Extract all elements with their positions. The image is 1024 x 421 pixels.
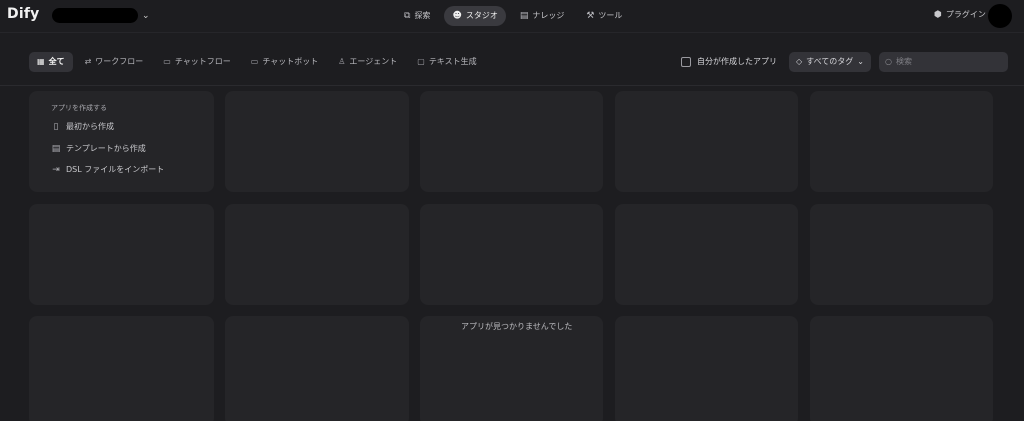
nav-label: 探索 (414, 11, 431, 20)
tab-agent[interactable]: ♙ エージェント (330, 52, 405, 72)
app-type-tabs: ▦ 全て ⇄ ワークフロー ▭ チャットフロー ▭ チャットボット ♙ エージェ… (29, 51, 485, 72)
workflow-icon: ⇄ (84, 57, 92, 66)
create-app-title: アプリを作成する (51, 104, 107, 112)
search-input[interactable] (895, 57, 996, 66)
app-card-placeholder (420, 204, 603, 305)
plugin-icon: ⬢ (934, 9, 942, 20)
app-card-placeholder (225, 204, 409, 305)
tab-workflow[interactable]: ⇄ ワークフロー (77, 52, 152, 72)
workspace-name-redacted (52, 8, 138, 23)
tools-icon: ⚒ (586, 10, 595, 21)
app-card-placeholder (29, 204, 214, 305)
tab-label: テキスト生成 (428, 57, 477, 66)
empty-state-message: アプリが見つかりませんでした (461, 322, 573, 331)
knowledge-icon: ▤ (519, 10, 529, 21)
tab-label: エージェント (349, 57, 398, 66)
app-card-placeholder (810, 204, 993, 305)
create-item-label: 最初から作成 (66, 122, 114, 131)
app-card-placeholder (810, 91, 993, 192)
plugin-button[interactable]: ⬢ プラグイン (934, 9, 986, 20)
search-box[interactable]: ○ (878, 51, 1008, 72)
app-card-placeholder (615, 91, 798, 192)
workspace-selector[interactable]: ⌄ (52, 7, 150, 24)
text-generation-icon: ▢ (417, 57, 425, 66)
top-bar: Dify ⌄ ⧉ 探索 ☻ スタジオ ▤ ナレッジ ⚒ ツール ⬢ プラグイン (0, 0, 1024, 32)
import-dsl-file[interactable]: ⇥ DSL ファイルをインポート (51, 164, 164, 175)
studio-icon: ☻ (452, 10, 462, 21)
created-by-me-label: 自分が作成したアプリ (697, 57, 777, 66)
template-icon: ▤ (51, 143, 61, 154)
agent-icon: ♙ (338, 57, 346, 66)
create-item-label: テンプレートから作成 (66, 144, 146, 153)
tab-label: 全て (48, 57, 65, 66)
filter-controls: 自分が作成したアプリ ◇ すべてのタグ ⌄ ○ (681, 51, 1008, 72)
grid-icon: ▦ (37, 57, 45, 66)
nav-knowledge[interactable]: ▤ ナレッジ (512, 6, 573, 26)
app-card-placeholder (810, 316, 993, 421)
tab-label: チャットボット (262, 57, 319, 66)
nav-label: スタジオ (465, 11, 498, 20)
nav-label: ナレッジ (532, 11, 565, 20)
nav-tools[interactable]: ⚒ ツール (578, 6, 630, 26)
dify-logo[interactable]: Dify (7, 6, 39, 22)
nav-label: ツール (598, 11, 623, 20)
nav-studio[interactable]: ☻ スタジオ (444, 5, 506, 26)
explore-icon: ⧉ (404, 10, 411, 21)
tab-all[interactable]: ▦ 全て (29, 51, 73, 72)
import-icon: ⇥ (52, 164, 60, 175)
chevron-down-icon: ⌄ (142, 10, 150, 21)
chatbot-icon: ▭ (250, 57, 259, 66)
blank-file-icon: ▯ (53, 121, 59, 132)
chatflow-icon: ▭ (163, 57, 171, 66)
tab-text-generation[interactable]: ▢ テキスト生成 (409, 52, 484, 72)
tab-chatflow[interactable]: ▭ チャットフロー (155, 52, 238, 72)
created-by-me-toggle[interactable]: 自分が作成したアプリ (681, 56, 777, 67)
plugin-label: プラグイン (945, 10, 986, 19)
tag-filter-label: すべてのタグ (806, 57, 854, 66)
app-card-placeholder (225, 316, 409, 421)
avatar[interactable] (988, 4, 1012, 28)
app-card-placeholder (225, 91, 409, 192)
chevron-down-icon: ⌄ (857, 57, 864, 66)
nav-explore[interactable]: ⧉ 探索 (396, 6, 438, 26)
search-icon: ○ (884, 57, 892, 66)
created-by-me-checkbox[interactable] (681, 56, 691, 67)
create-from-blank[interactable]: ▯ 最初から作成 (51, 121, 114, 132)
app-card-placeholder (29, 316, 214, 421)
app-card-placeholder (615, 204, 798, 305)
tag-icon: ◇ (796, 57, 803, 66)
main-nav: ⧉ 探索 ☻ スタジオ ▤ ナレッジ ⚒ ツール (396, 5, 630, 26)
create-from-template[interactable]: ▤ テンプレートから作成 (51, 143, 146, 154)
filter-divider (0, 85, 1024, 86)
tab-chatbot[interactable]: ▭ チャットボット (243, 52, 326, 72)
header-divider (0, 32, 1024, 33)
tab-label: チャットフロー (174, 57, 231, 66)
app-card-placeholder (615, 316, 798, 421)
tab-label: ワークフロー (95, 57, 144, 66)
tag-filter-dropdown[interactable]: ◇ すべてのタグ ⌄ (789, 51, 871, 72)
create-item-label: DSL ファイルをインポート (66, 165, 165, 174)
app-card-placeholder (420, 91, 603, 192)
